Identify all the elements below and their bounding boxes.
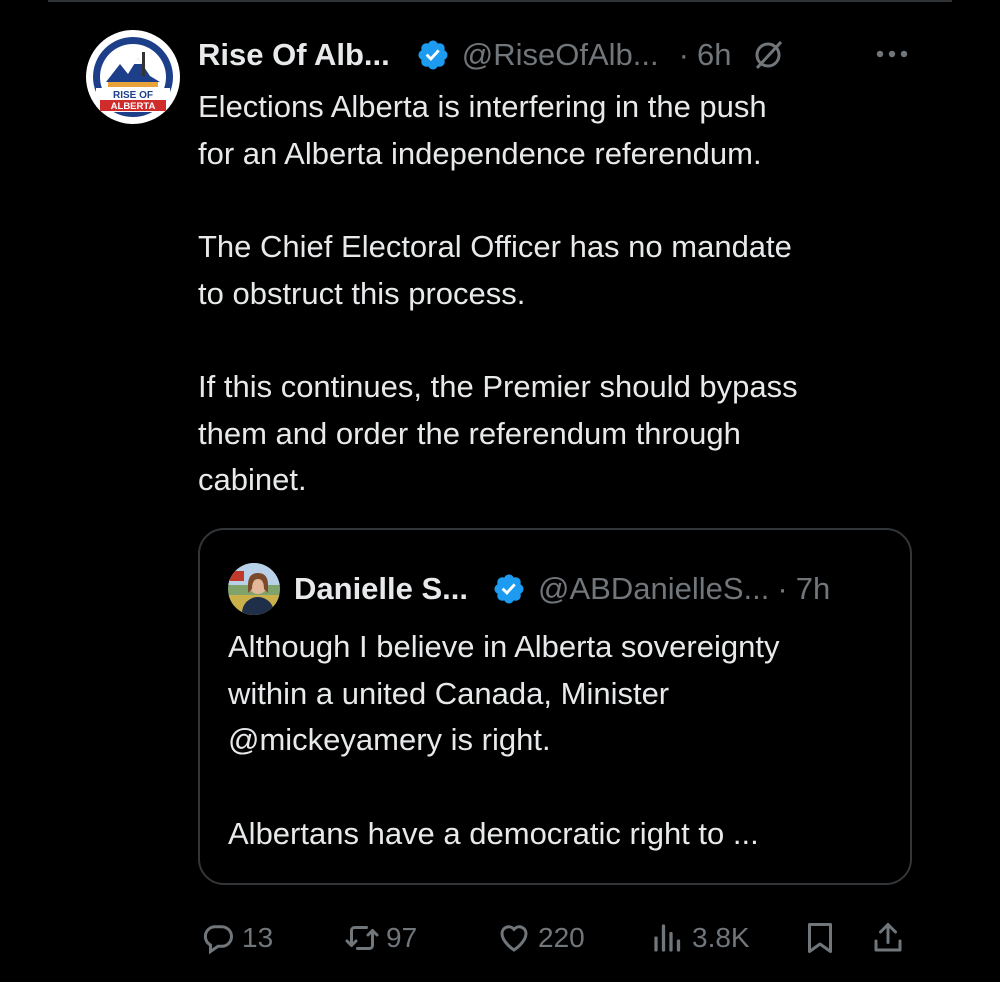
views-button[interactable]: 3.8K — [650, 912, 750, 964]
rise-of-alberta-logo-icon: RISE OF ALBERTA — [87, 31, 179, 123]
views-icon — [654, 924, 681, 952]
quoted-tweet-card[interactable]: Danielle S... @ABDanielleS... · 7h Altho… — [198, 528, 912, 885]
separator-dot: · — [678, 37, 689, 72]
logo-text-top: RISE OF — [113, 90, 153, 101]
verified-badge-icon — [416, 38, 450, 72]
separator-dot: · — [777, 571, 788, 606]
repost-count: 97 — [386, 922, 418, 953]
divider-line — [48, 0, 952, 2]
quoted-author-name[interactable]: Danielle S... — [294, 571, 468, 607]
timestamp[interactable]: 6h — [697, 37, 731, 73]
tweet-paragraph: If this continues, the Premier should by… — [198, 369, 798, 497]
grok-icon[interactable] — [751, 38, 785, 72]
quoted-paragraph: Although I believe in Alberta sovereignt… — [228, 629, 780, 757]
quoted-tweet-header: Danielle S... @ABDanielleS... · 7h — [228, 563, 830, 615]
logo-text-bottom: ALBERTA — [111, 101, 156, 112]
author-name[interactable]: Rise Of Alb... — [198, 37, 390, 73]
bookmark-button[interactable] — [802, 912, 844, 964]
heart-icon — [500, 925, 528, 952]
action-bar: 13 97 220 3.8K — [198, 912, 918, 964]
tweet-paragraph: The Chief Electoral Officer has no manda… — [198, 229, 792, 311]
reply-icon — [203, 925, 233, 955]
profile-photo-icon — [228, 563, 280, 615]
verified-badge-icon — [492, 572, 526, 606]
quoted-avatar — [228, 563, 280, 615]
share-button[interactable] — [870, 912, 912, 964]
more-options-icon[interactable] — [872, 38, 912, 68]
like-button[interactable]: 220 — [496, 912, 585, 964]
author-handle[interactable]: @RiseOfAlb... — [462, 37, 659, 73]
tweet-header: Rise Of Alb... @RiseOfAlb... · 6h — [198, 32, 785, 78]
share-icon — [874, 923, 902, 952]
views-count: 3.8K — [692, 922, 750, 953]
bookmark-icon — [808, 923, 832, 953]
repost-button[interactable]: 97 — [344, 912, 417, 964]
quoted-tweet-text: Although I believe in Alberta sovereignt… — [228, 624, 898, 857]
quoted-author-handle[interactable]: @ABDanielleS... — [538, 571, 769, 607]
tweet-text: Elections Alberta is interfering in the … — [198, 84, 918, 504]
like-count: 220 — [538, 922, 585, 953]
quoted-timestamp[interactable]: 7h — [796, 571, 830, 607]
reply-button[interactable]: 13 — [200, 912, 273, 964]
avatar[interactable]: RISE OF ALBERTA — [86, 30, 180, 124]
tweet-paragraph: Elections Alberta is interfering in the … — [198, 89, 767, 171]
reply-count: 13 — [242, 922, 274, 953]
repost-icon — [345, 926, 379, 950]
quoted-paragraph: Albertans have a democratic right to ... — [228, 815, 759, 851]
